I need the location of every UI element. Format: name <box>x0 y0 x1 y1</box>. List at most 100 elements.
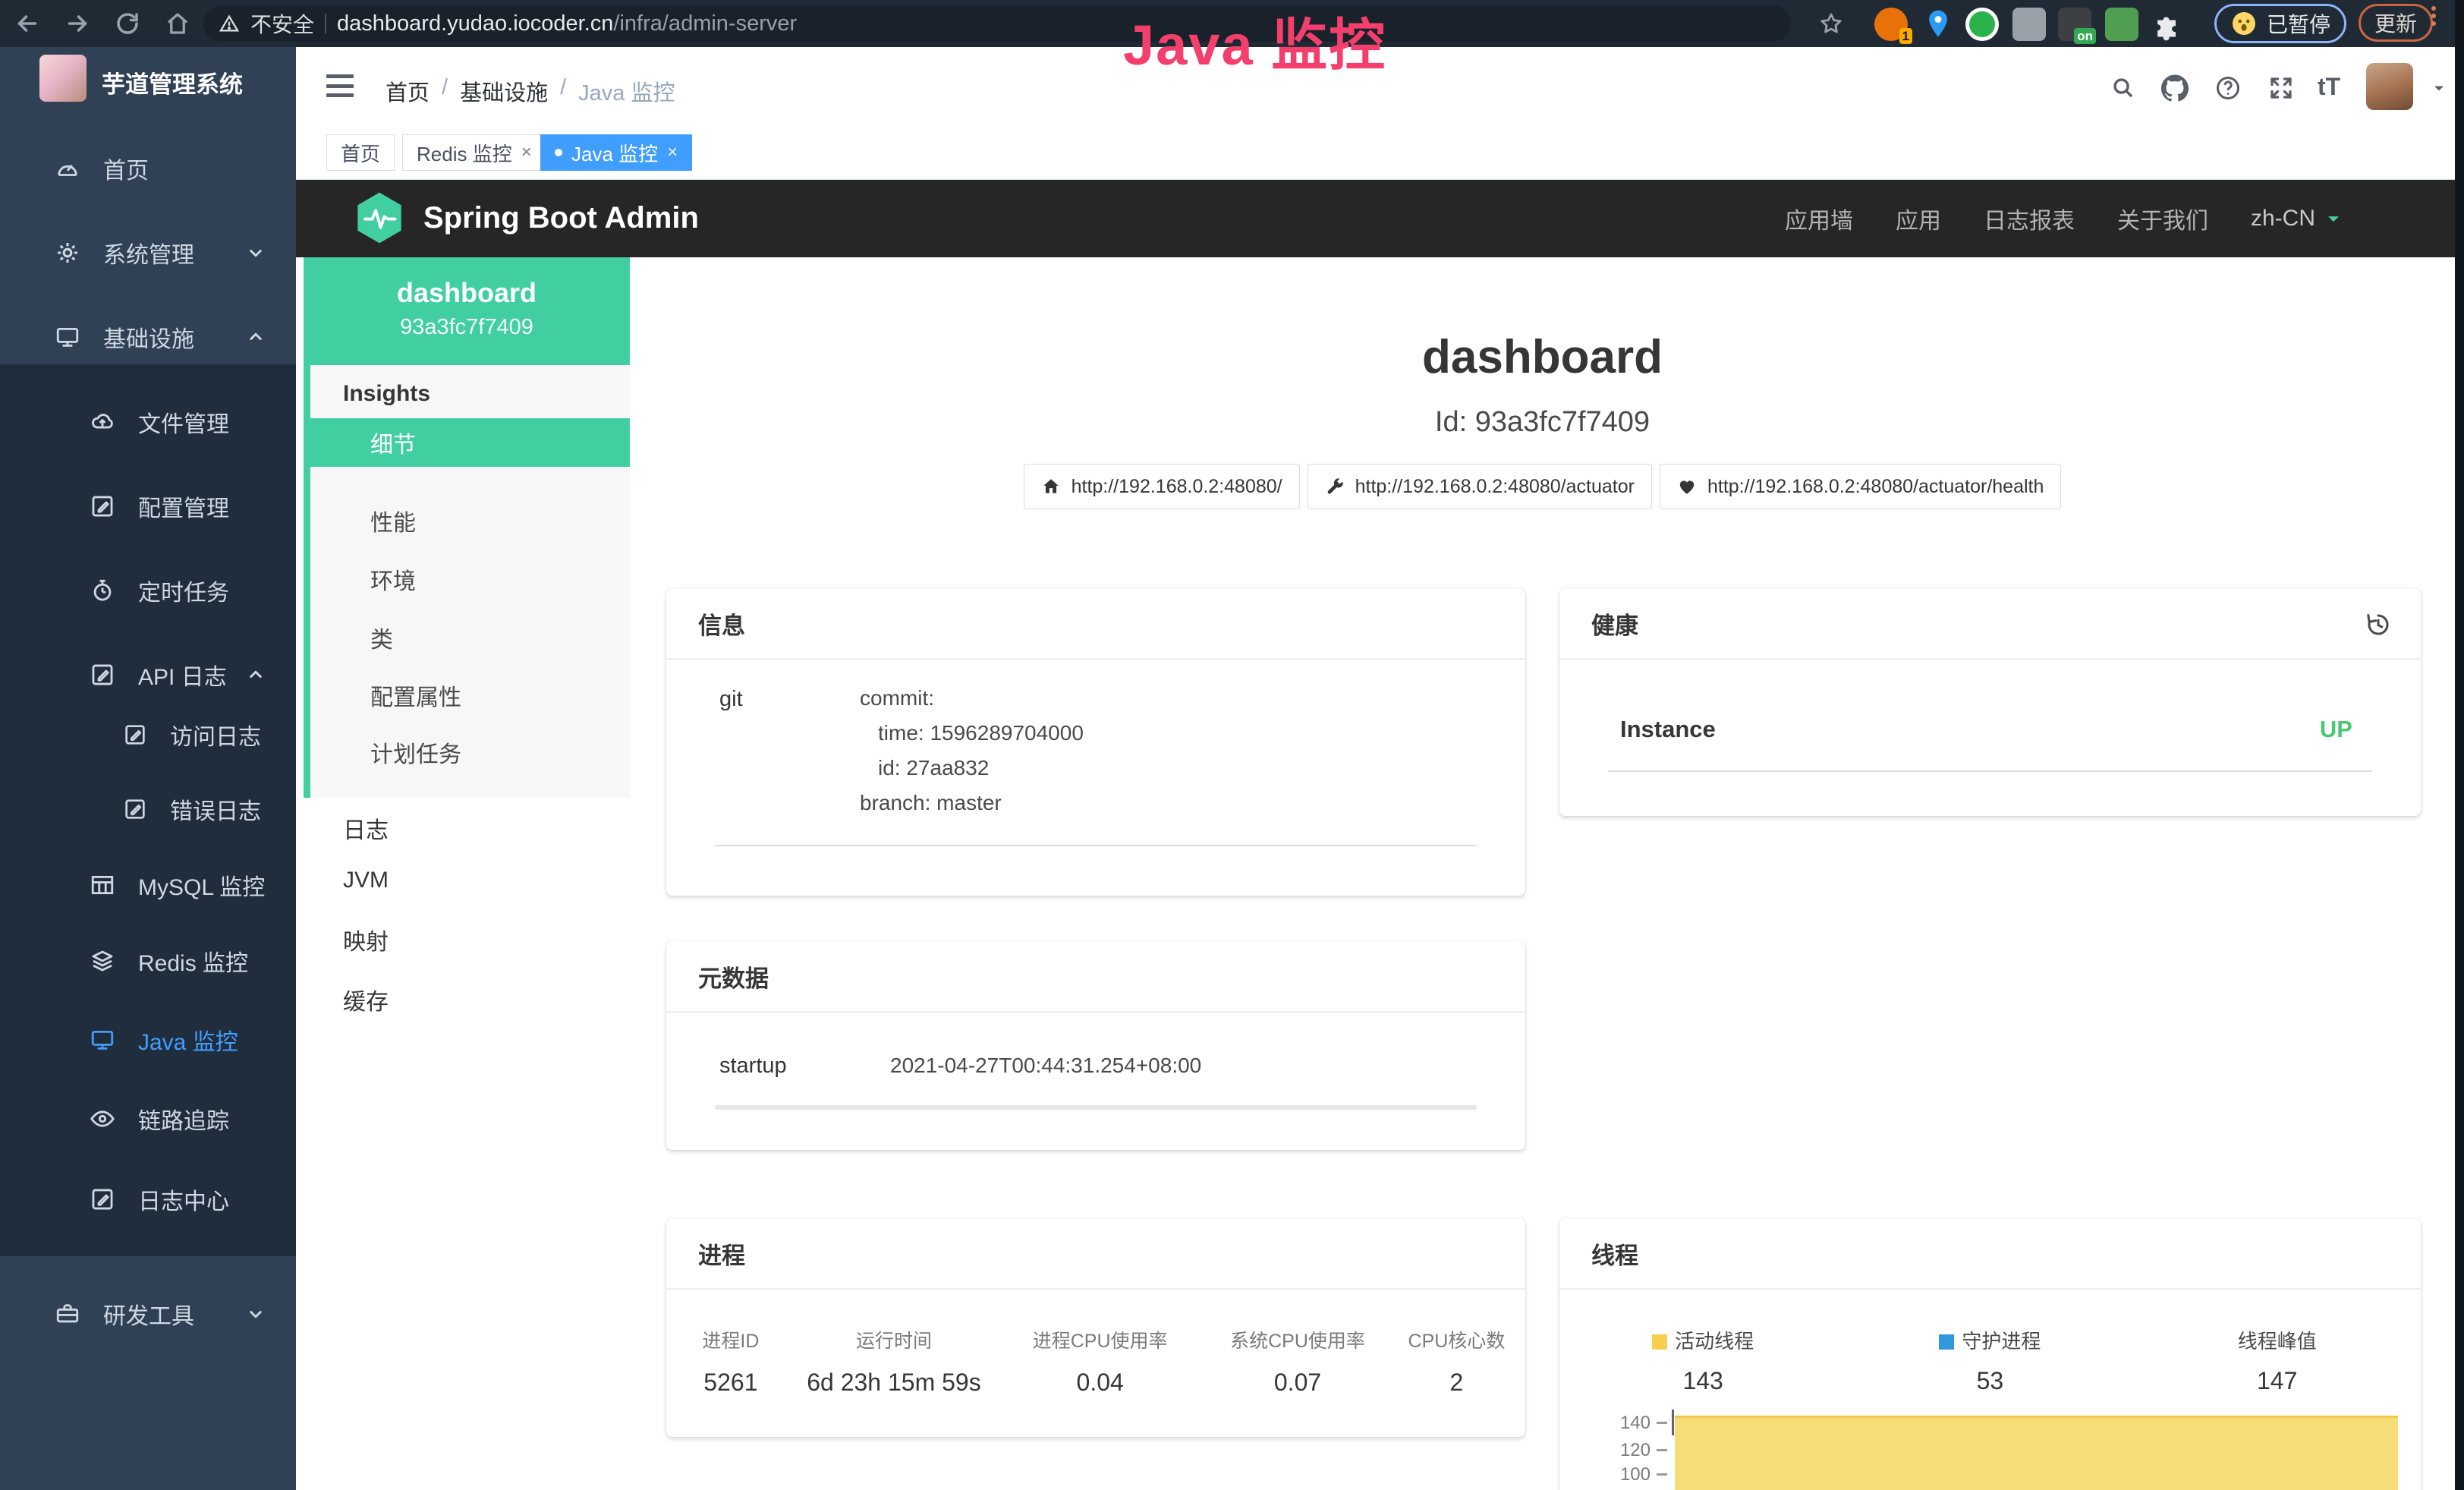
sidebar-item-redis[interactable]: Redis 监控 <box>0 923 296 999</box>
tag-redis-monitor[interactable]: Redis 监控 × <box>402 134 546 171</box>
active-dot <box>555 149 562 156</box>
threads-chart: 140 120 100 <box>1559 1410 2421 1490</box>
extension-icon-2[interactable] <box>1965 8 1999 41</box>
sidebar-item-access-log[interactable]: 访问日志 <box>0 698 296 771</box>
live-threads-value: 143 <box>1559 1367 1846 1395</box>
paused-label: 已暂停 <box>2267 8 2330 39</box>
sidebar-item-infra[interactable]: 基础设施 <box>0 299 296 375</box>
tag-java-monitor[interactable]: Java 监控 × <box>540 134 692 171</box>
sidebar-item-mysql[interactable]: MySQL 监控 <box>0 847 296 923</box>
browser-menu-icon[interactable] <box>2431 6 2436 26</box>
sidebar-item-dev-tools[interactable]: 研发工具 <box>0 1276 296 1352</box>
actuator-url-button[interactable]: http://192.168.0.2:48080/actuator <box>1308 464 1652 509</box>
health-card: 健康 Instance UP <box>1559 588 2421 816</box>
breadcrumb: 首页 / 基础设施 / Java 监控 <box>385 75 675 107</box>
close-icon[interactable]: × <box>521 142 532 163</box>
avatar[interactable] <box>2366 63 2413 110</box>
sba-app-name: dashboard <box>304 277 630 309</box>
sidebar-item-label: 访问日志 <box>170 718 261 751</box>
fullscreen-icon[interactable] <box>2267 74 2295 102</box>
browser-home-icon[interactable] <box>164 10 191 37</box>
sba-brand[interactable]: Spring Boot Admin <box>423 201 699 235</box>
process-card-title: 进程 <box>666 1218 1525 1290</box>
sba-item-config-props[interactable]: 配置属性 <box>304 673 630 717</box>
browser-back-icon[interactable] <box>14 10 41 37</box>
sba-item-logs[interactable]: 日志 <box>304 805 630 851</box>
browser-forward-icon[interactable] <box>64 10 91 37</box>
sba-logo-icon <box>355 191 404 244</box>
chrome-update-button[interactable]: 更新 <box>2359 4 2433 42</box>
health-instance-label: Instance <box>1620 716 1716 743</box>
sba-item-details[interactable]: 细节 <box>304 418 630 467</box>
sba-item-scheduled-tasks[interactable]: 计划任务 <box>304 730 630 774</box>
instance-title: dashboard <box>630 330 2455 384</box>
service-url-button[interactable]: http://192.168.0.2:48080/ <box>1024 464 1300 509</box>
search-icon[interactable] <box>2110 74 2135 100</box>
sba-item-classes[interactable]: 类 <box>304 616 630 660</box>
table-icon <box>90 872 115 898</box>
health-status-badge: UP <box>2320 716 2352 743</box>
process-id-value: 5261 <box>666 1369 795 1397</box>
font-size-icon[interactable]: tT <box>2318 73 2340 101</box>
extension-icon-1[interactable]: 1 <box>1874 8 1908 41</box>
breadcrumb-home[interactable]: 首页 <box>385 75 430 107</box>
address-bar[interactable]: 不安全 dashboard.yudao.iocoder.cn/infra/adm… <box>203 5 1791 42</box>
daemon-threads-value: 53 <box>1846 1367 2133 1395</box>
breadcrumb-infra[interactable]: 基础设施 <box>460 75 548 107</box>
admin-sidebar: 芋道管理系统 首页 系统管理 基础设施 文件管理 配置管理 定时任务 <box>0 47 296 1490</box>
avatar-caret-icon[interactable] <box>2430 79 2448 97</box>
edit-icon <box>123 723 147 747</box>
extension-icon-4[interactable]: on <box>2058 8 2091 41</box>
sba-item-environment[interactable]: 环境 <box>304 557 630 601</box>
sidebar-item-home[interactable]: 首页 <box>0 131 296 206</box>
hamburger-icon[interactable] <box>326 74 354 97</box>
sidebar-item-tracing[interactable]: 链路追踪 <box>0 1081 296 1157</box>
screen: 不安全 dashboard.yudao.iocoder.cn/infra/adm… <box>0 0 2464 1490</box>
chevron-up-icon <box>244 663 267 686</box>
annotation-overlay: Java 监控 <box>1123 0 1386 81</box>
sidebar-item-log-center[interactable]: 日志中心 <box>0 1161 296 1237</box>
chevron-down-icon <box>244 241 267 264</box>
uptime-value: 6d 23h 15m 59s <box>795 1369 993 1397</box>
sidebar-item-system[interactable]: 系统管理 <box>0 215 296 291</box>
profile-paused-pill[interactable]: 已暂停 <box>2214 4 2346 43</box>
sba-nav: 应用墙 应用 日志报表 关于我们 zh-CN <box>1785 180 2344 257</box>
extension-pin-icon[interactable] <box>1921 8 1955 41</box>
sidebar-item-java-monitor[interactable]: Java 监控 <box>0 1002 296 1078</box>
sidebar-item-label: MySQL 监控 <box>138 868 265 902</box>
sidebar-item-error-log[interactable]: 错误日志 <box>0 773 296 846</box>
help-icon[interactable] <box>2214 74 2242 102</box>
url-divider <box>325 14 326 33</box>
sba-language-select[interactable]: zh-CN <box>2251 206 2344 232</box>
sba-item-metrics[interactable]: 性能 <box>304 499 630 543</box>
sidebar-item-config[interactable]: 配置管理 <box>0 468 296 544</box>
sba-app-header[interactable]: dashboard 93a3fc7f7409 <box>304 257 630 365</box>
extension-icon-5[interactable] <box>2105 8 2138 41</box>
close-icon[interactable]: × <box>667 142 678 163</box>
legend-swatch-live <box>1652 1334 1667 1350</box>
monitor-icon <box>90 1027 115 1053</box>
sidebar-item-jobs[interactable]: 定时任务 <box>0 553 296 628</box>
github-icon[interactable] <box>2161 74 2189 102</box>
extensions-puzzle-icon[interactable] <box>2151 8 2184 41</box>
sba-nav-about[interactable]: 关于我们 <box>2117 202 2208 235</box>
sba-item-caches[interactable]: 缓存 <box>304 977 630 1022</box>
sba-nav-journal[interactable]: 日志报表 <box>1984 202 2075 235</box>
sba-nav-applications[interactable]: 应用 <box>1896 202 1941 235</box>
history-icon[interactable] <box>2365 611 2392 638</box>
edit-icon <box>90 662 115 688</box>
metadata-value: 2021-04-27T00:44:31.254+08:00 <box>890 1054 1201 1078</box>
timer-icon <box>90 578 115 603</box>
tag-home[interactable]: 首页 <box>326 134 395 171</box>
sba-item-mappings[interactable]: 映射 <box>304 917 630 962</box>
sba-nav-wallboard[interactable]: 应用墙 <box>1785 202 1853 235</box>
sba-item-jvm[interactable]: JVM <box>304 858 630 903</box>
health-url-button[interactable]: http://192.168.0.2:48080/actuator/health <box>1660 464 2061 509</box>
sidebar-item-label: 错误日志 <box>170 792 261 826</box>
extension-icon-3[interactable] <box>2012 8 2046 41</box>
app-logo <box>39 55 87 102</box>
browser-reload-icon[interactable] <box>114 10 141 37</box>
bookmark-star-icon[interactable] <box>1818 11 1844 36</box>
sidebar-item-files[interactable]: 文件管理 <box>0 384 296 460</box>
sidebar-item-label: 定时任务 <box>138 574 229 607</box>
